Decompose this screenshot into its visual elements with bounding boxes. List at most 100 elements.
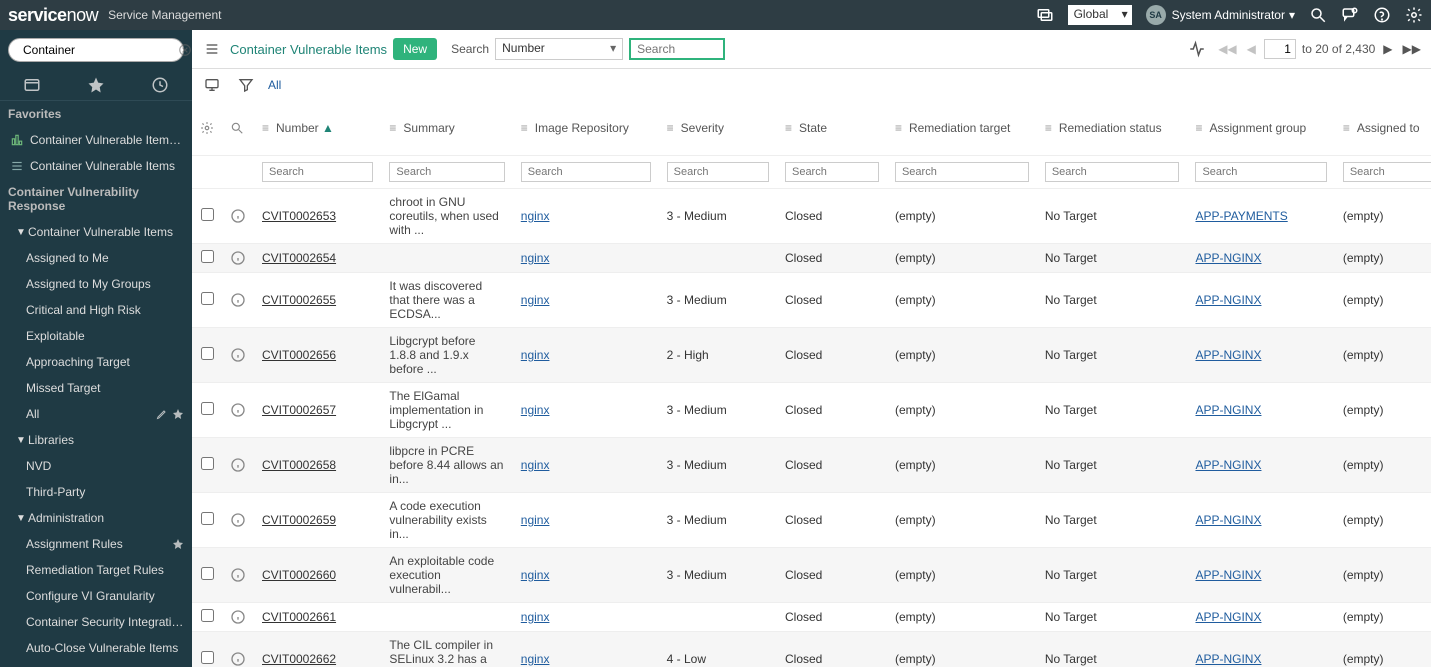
col-search-rem_status[interactable]: [1045, 162, 1180, 182]
row-checkbox[interactable]: [201, 250, 214, 263]
preview-icon[interactable]: [222, 189, 254, 244]
pencil-icon[interactable]: [156, 408, 168, 420]
preview-icon[interactable]: [222, 632, 254, 667]
sidebar-item[interactable]: Approaching Target: [0, 349, 192, 375]
col-header-rem_status[interactable]: ≡Remediation status: [1037, 101, 1188, 156]
assign-group-link[interactable]: APP-NGINX: [1195, 652, 1261, 666]
assign-group-link[interactable]: APP-NGINX: [1195, 348, 1261, 362]
scope-select[interactable]: Global▾: [1068, 5, 1132, 25]
help-icon[interactable]: [1373, 6, 1391, 24]
row-checkbox[interactable]: [201, 457, 214, 470]
favorite-item[interactable]: Container Vulnerable Item - CVI...: [0, 127, 192, 153]
number-link[interactable]: CVIT0002659: [262, 513, 336, 527]
row-checkbox[interactable]: [201, 402, 214, 415]
favorite-item[interactable]: Container Vulnerable Items: [0, 153, 192, 179]
col-search-summary[interactable]: [389, 162, 504, 182]
number-link[interactable]: CVIT0002661: [262, 610, 336, 624]
image-repo-link[interactable]: nginx: [521, 348, 550, 362]
number-link[interactable]: CVIT0002658: [262, 458, 336, 472]
preview-icon[interactable]: [222, 383, 254, 438]
col-header-assign_group[interactable]: ≡Assignment group: [1187, 101, 1334, 156]
sidebar-item[interactable]: Exploitable: [0, 323, 192, 349]
gear-icon[interactable]: [1405, 6, 1423, 24]
page-input[interactable]: [1264, 39, 1296, 59]
number-link[interactable]: CVIT0002653: [262, 209, 336, 223]
star-icon[interactable]: [172, 408, 184, 420]
sidebar-item[interactable]: All: [0, 401, 192, 427]
sidebar-group-toggle[interactable]: ▼Administration: [0, 505, 192, 531]
col-header-summary[interactable]: ≡Summary: [381, 101, 512, 156]
sidebar-item[interactable]: Missed Target: [0, 375, 192, 401]
row-checkbox[interactable]: [201, 347, 214, 360]
personalize-icon[interactable]: [200, 103, 214, 153]
list-menu-icon[interactable]: [200, 37, 224, 61]
col-header-image_repo[interactable]: ≡Image Repository: [513, 101, 659, 156]
user-menu[interactable]: SA System Administrator ▾: [1146, 5, 1295, 25]
history-tab-icon[interactable]: [151, 76, 169, 94]
column-menu-icon[interactable]: ≡: [1343, 121, 1355, 135]
number-link[interactable]: CVIT0002657: [262, 403, 336, 417]
assign-group-link[interactable]: APP-NGINX: [1195, 610, 1261, 624]
column-menu-icon[interactable]: ≡: [667, 121, 679, 135]
sidebar-item[interactable]: Container Security Integrations: [0, 609, 192, 635]
image-repo-link[interactable]: nginx: [521, 568, 550, 582]
col-header-rem_target[interactable]: ≡Remediation target: [887, 101, 1037, 156]
prev-page-icon[interactable]: ◀: [1245, 40, 1258, 58]
new-button[interactable]: New: [393, 38, 437, 60]
preview-icon[interactable]: [222, 244, 254, 273]
number-link[interactable]: CVIT0002654: [262, 251, 336, 265]
sidebar-item[interactable]: Auto-Close Vulnerable Items: [0, 635, 192, 661]
col-header-number[interactable]: ≡Number ▲: [254, 101, 381, 156]
column-menu-icon[interactable]: ≡: [262, 121, 274, 135]
logo[interactable]: servicenow: [8, 5, 98, 26]
row-checkbox[interactable]: [201, 512, 214, 525]
breadcrumb-all[interactable]: All: [268, 78, 281, 92]
preview-icon[interactable]: [222, 273, 254, 328]
all-apps-icon[interactable]: [23, 76, 41, 94]
row-checkbox[interactable]: [201, 208, 214, 221]
number-link[interactable]: CVIT0002655: [262, 293, 336, 307]
column-menu-icon[interactable]: ≡: [895, 121, 907, 135]
image-repo-link[interactable]: nginx: [521, 513, 550, 527]
col-header-state[interactable]: ≡State: [777, 101, 887, 156]
chat-icon[interactable]: [1341, 6, 1359, 24]
favorites-header[interactable]: Favorites: [0, 101, 192, 127]
sidebar-item[interactable]: Third-Party: [0, 479, 192, 505]
preview-icon[interactable]: [222, 328, 254, 383]
nav-filter-input[interactable]: [23, 43, 178, 57]
preview-icon[interactable]: [222, 603, 254, 632]
column-menu-icon[interactable]: ≡: [521, 121, 533, 135]
number-link[interactable]: CVIT0002662: [262, 652, 336, 666]
sidebar-item[interactable]: Assigned to My Groups: [0, 271, 192, 297]
star-icon[interactable]: [172, 538, 184, 550]
number-link[interactable]: CVIT0002660: [262, 568, 336, 582]
list-search-input[interactable]: [629, 38, 725, 60]
filter-icon[interactable]: [234, 73, 258, 97]
assign-group-link[interactable]: APP-NGINX: [1195, 568, 1261, 582]
image-repo-link[interactable]: nginx: [521, 293, 550, 307]
assign-group-link[interactable]: APP-NGINX: [1195, 513, 1261, 527]
sidebar-item[interactable]: Assigned to Me: [0, 245, 192, 271]
list-title[interactable]: Container Vulnerable Items: [230, 42, 387, 57]
sidebar-item[interactable]: NVD: [0, 453, 192, 479]
module-header[interactable]: Container Vulnerability Response: [0, 179, 192, 219]
sidebar-item[interactable]: Configure VI Granularity: [0, 583, 192, 609]
row-checkbox[interactable]: [201, 567, 214, 580]
number-link[interactable]: CVIT0002656: [262, 348, 336, 362]
assign-group-link[interactable]: APP-NGINX: [1195, 403, 1261, 417]
sidebar-item[interactable]: Remediation Target Rules: [0, 557, 192, 583]
row-checkbox[interactable]: [201, 651, 214, 664]
col-search-image_repo[interactable]: [521, 162, 651, 182]
sidebar-group-toggle[interactable]: ▼Container Vulnerable Items: [0, 219, 192, 245]
activity-stream-icon[interactable]: [200, 73, 224, 97]
row-checkbox[interactable]: [201, 292, 214, 305]
column-menu-icon[interactable]: ≡: [785, 121, 797, 135]
column-menu-icon[interactable]: ≡: [389, 121, 401, 135]
image-repo-link[interactable]: nginx: [521, 403, 550, 417]
col-search-number[interactable]: [262, 162, 373, 182]
row-checkbox[interactable]: [201, 609, 214, 622]
clear-filter-icon[interactable]: [178, 43, 192, 57]
search-toggle-icon[interactable]: [230, 103, 246, 153]
sidebar-item[interactable]: Critical and High Risk: [0, 297, 192, 323]
col-search-rem_target[interactable]: [895, 162, 1029, 182]
